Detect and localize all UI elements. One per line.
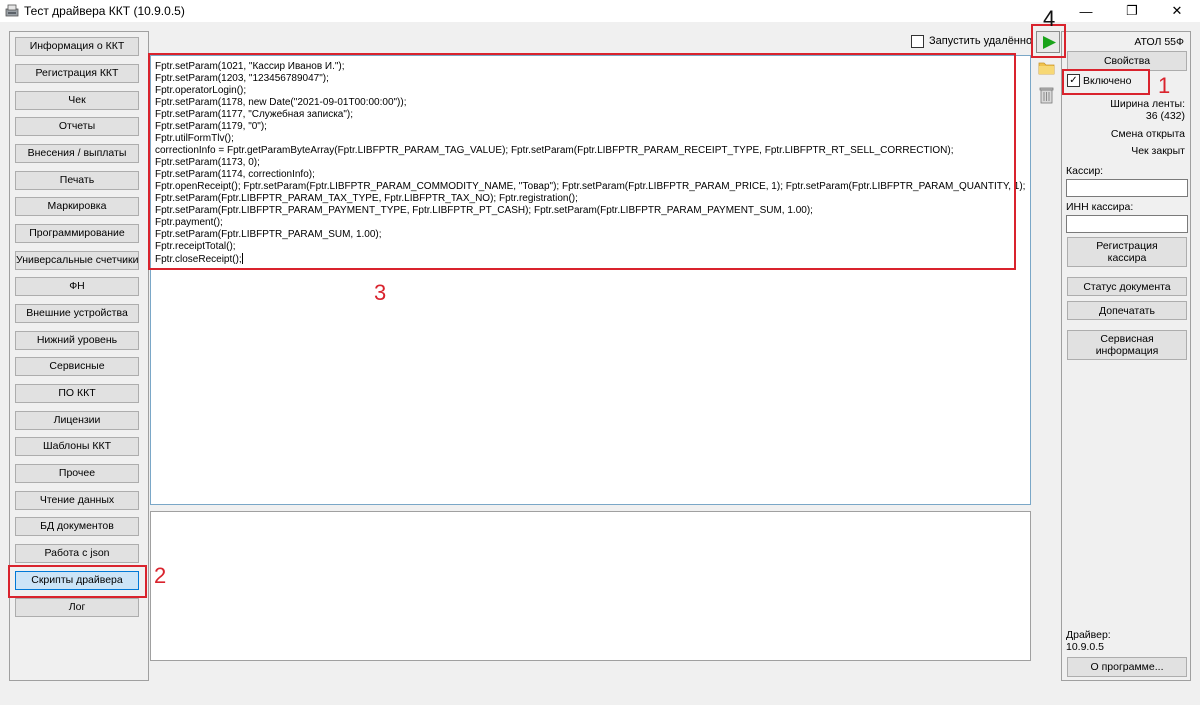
annotation-box-scripts bbox=[8, 565, 147, 598]
driver-version: 10.9.0.5 bbox=[1066, 641, 1104, 653]
annotation-box-enabled bbox=[1062, 69, 1150, 95]
tape-width-value: 36 (432) bbox=[1145, 110, 1185, 122]
nav-item-kkt-info[interactable]: Информация о ККТ bbox=[15, 37, 139, 56]
right-panel: АТОЛ 55Ф Свойства ✓ Включено Ширина лент… bbox=[1061, 31, 1191, 681]
nav-item-reports[interactable]: Отчеты bbox=[15, 117, 139, 136]
annotation-label-3: 3 bbox=[374, 280, 387, 305]
minimize-button[interactable]: — bbox=[1063, 0, 1109, 22]
cashier-label: Кассир: bbox=[1066, 165, 1104, 177]
nav-item-licenses[interactable]: Лицензии bbox=[15, 411, 139, 430]
register-cashier-line2: кассира bbox=[1107, 252, 1147, 264]
annotation-box-editor bbox=[148, 53, 1016, 270]
nav-item-receipt[interactable]: Чек bbox=[15, 91, 139, 110]
nav-item-read-data[interactable]: Чтение данных bbox=[15, 491, 139, 510]
remote-run-label: Запустить удалённо bbox=[929, 35, 1033, 47]
nav-item-service[interactable]: Сервисные bbox=[15, 357, 139, 376]
title-bar: Тест драйвера ККТ (10.9.0.5) — ❐ ✕ bbox=[0, 0, 1200, 22]
nav-item-documents-db[interactable]: БД документов bbox=[15, 517, 139, 536]
service-info-button[interactable]: Сервисная информация bbox=[1067, 330, 1187, 360]
close-button[interactable]: ✕ bbox=[1154, 0, 1200, 22]
nav-item-kkt-software[interactable]: ПО ККТ bbox=[15, 384, 139, 403]
receipt-status: Чек закрыт bbox=[1131, 145, 1185, 157]
remote-run-box[interactable] bbox=[911, 34, 924, 48]
nav-item-print[interactable]: Печать bbox=[15, 171, 139, 190]
device-name: АТОЛ 55Ф bbox=[1134, 36, 1184, 48]
annotation-label-2: 2 bbox=[154, 563, 167, 588]
nav-item-json[interactable]: Работа с json bbox=[15, 544, 139, 563]
nav-item-templates[interactable]: Шаблоны ККТ bbox=[15, 437, 139, 456]
service-info-line1: Сервисная bbox=[1100, 333, 1154, 345]
nav-item-cash-in-out[interactable]: Внесения / выплаты bbox=[15, 144, 139, 163]
restore-button[interactable]: ❐ bbox=[1109, 0, 1155, 22]
cashier-input[interactable] bbox=[1066, 179, 1188, 197]
annotation-label-1: 1 bbox=[1158, 73, 1171, 98]
tape-width-label: Ширина ленты: bbox=[1110, 98, 1185, 110]
inn-label: ИНН кассира: bbox=[1066, 201, 1134, 213]
nav-item-marking[interactable]: Маркировка bbox=[15, 197, 139, 216]
inn-input[interactable] bbox=[1066, 215, 1188, 233]
properties-button[interactable]: Свойства bbox=[1067, 51, 1187, 71]
output-panel[interactable] bbox=[150, 511, 1031, 661]
register-cashier-button[interactable]: Регистрация кассира bbox=[1067, 237, 1187, 267]
app-icon bbox=[5, 4, 19, 17]
service-info-line2: информация bbox=[1095, 345, 1159, 357]
trash-icon[interactable] bbox=[1038, 86, 1055, 107]
nav-item-other[interactable]: Прочее bbox=[15, 464, 139, 483]
shift-status: Смена открыта bbox=[1110, 128, 1185, 140]
nav-item-low-level[interactable]: Нижний уровень bbox=[15, 331, 139, 350]
remote-run-checkbox[interactable]: Запустить удалённо bbox=[911, 34, 1032, 48]
document-status-button[interactable]: Статус документа bbox=[1067, 277, 1187, 296]
window-title: Тест драйвера ККТ (10.9.0.5) bbox=[24, 4, 185, 18]
driver-label: Драйвер: bbox=[1066, 629, 1111, 641]
nav-item-log[interactable]: Лог bbox=[15, 598, 139, 617]
nav-item-counters[interactable]: Универсальные счетчики bbox=[15, 251, 139, 270]
nav-item-fn[interactable]: ФН bbox=[15, 277, 139, 296]
reprint-button[interactable]: Допечатать bbox=[1067, 301, 1187, 320]
nav-item-kkt-registration[interactable]: Регистрация ККТ bbox=[15, 64, 139, 83]
nav-item-programming[interactable]: Программирование bbox=[15, 224, 139, 243]
folder-icon[interactable] bbox=[1038, 60, 1055, 78]
annotation-label-4: 4 bbox=[1043, 6, 1056, 31]
nav-item-external-devices[interactable]: Внешние устройства bbox=[15, 304, 139, 323]
register-cashier-line1: Регистрация bbox=[1096, 240, 1158, 252]
about-button[interactable]: О программе... bbox=[1067, 657, 1187, 677]
